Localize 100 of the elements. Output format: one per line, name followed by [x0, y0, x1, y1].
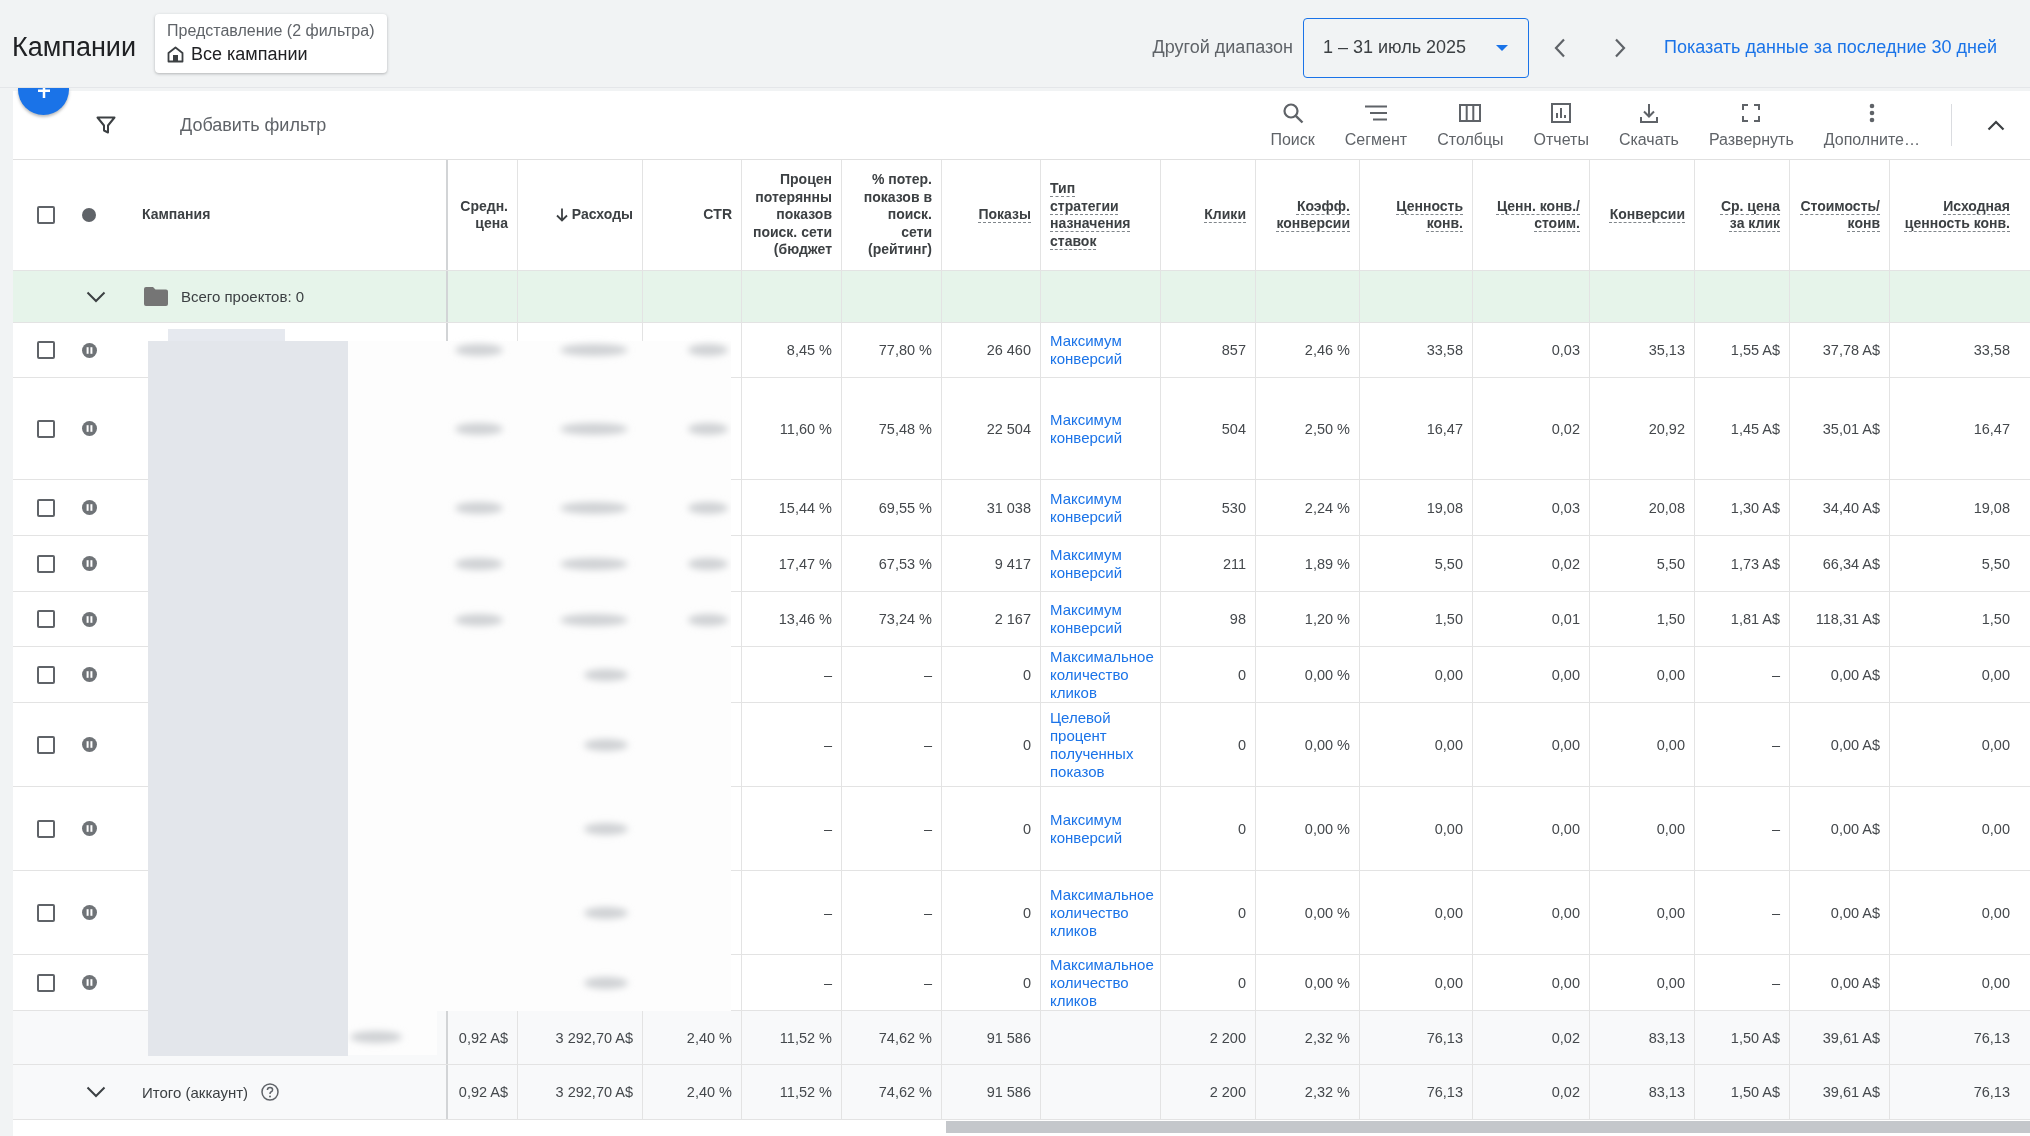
column-header[interactable]: Стоимость/ конв — [1800, 197, 1880, 233]
total-cell: 83,13 — [1648, 1029, 1685, 1046]
strategy-link[interactable]: Максимум конверсий — [1050, 410, 1151, 447]
table-cell: 0,00 A$ — [1830, 666, 1880, 683]
search-button[interactable]: Поиск — [1255, 101, 1330, 153]
fullscreen-icon — [1742, 104, 1761, 122]
strategy-link[interactable]: Максимальное количество кликов — [1050, 647, 1154, 702]
row-checkbox[interactable] — [37, 903, 55, 922]
date-range-dropdown[interactable]: 1 – 31 июль 2025 — [1302, 17, 1529, 78]
column-header[interactable]: % потер. показов в поиск. сети (рейтинг) — [863, 171, 932, 259]
column-header[interactable]: Расходы — [555, 206, 633, 224]
last-30-days-link[interactable]: Показать данные за последние 30 дней — [1663, 37, 1997, 58]
total-cell: 91 586 — [986, 1084, 1031, 1100]
strategy-link[interactable]: Максимальное количество кликов — [1050, 885, 1154, 940]
row-checkbox[interactable] — [37, 341, 55, 359]
table-cell: 69,55 % — [878, 499, 932, 516]
table-cell: 0,00 — [1981, 666, 2010, 683]
columns-icon — [1459, 104, 1482, 122]
download-button[interactable]: Скачать — [1603, 101, 1694, 153]
columns-button[interactable]: Столбцы — [1422, 101, 1519, 153]
total-cell: 2,40 % — [686, 1029, 732, 1046]
column-header[interactable]: Тип стратегии назначения ставок — [1050, 180, 1131, 250]
column-header[interactable]: Средн. цена — [460, 197, 508, 233]
column-header[interactable]: Ср. цена за клик — [1720, 197, 1780, 233]
table-cell: 0,00 — [1434, 736, 1463, 753]
column-header[interactable]: Клики — [1204, 206, 1246, 224]
table-cell: – — [823, 666, 832, 683]
table-cell: 35,13 — [1648, 342, 1685, 358]
segment-button[interactable]: Сегмент — [1329, 101, 1423, 153]
table-cell: – — [823, 736, 832, 753]
table-cell: 0,00 — [1551, 666, 1580, 683]
home-icon — [167, 45, 185, 63]
table-cell: 15,44 % — [778, 499, 832, 516]
row-checkbox[interactable] — [37, 554, 55, 573]
view-selector[interactable]: Представление (2 фильтра) Все кампании — [155, 13, 387, 73]
table-cell: 0,00 — [1981, 820, 2010, 837]
table-cell: 0,00 % — [1304, 736, 1350, 753]
more-vert-icon — [1868, 103, 1875, 123]
row-checkbox[interactable] — [37, 973, 55, 992]
table-cell: 857 — [1221, 342, 1246, 358]
row-checkbox[interactable] — [37, 498, 55, 517]
row-checkbox[interactable] — [37, 610, 55, 628]
table-cell: 0,00 — [1656, 974, 1685, 991]
total-cell: 76,13 — [1973, 1029, 2010, 1046]
row-checkbox[interactable] — [37, 735, 55, 754]
column-header[interactable]: Ценность конв. — [1396, 197, 1463, 233]
total-cell: 1,50 A$ — [1730, 1084, 1780, 1100]
chevron-down-icon[interactable] — [86, 1086, 106, 1098]
table-cell: – — [923, 666, 932, 683]
table-cell: 0,00 A$ — [1830, 736, 1880, 753]
folder-icon — [144, 287, 168, 306]
select-all-checkbox[interactable] — [37, 206, 55, 224]
table-cell: 0,00 — [1434, 666, 1463, 683]
more-button[interactable]: Дополните… — [1808, 101, 1935, 153]
reports-button[interactable]: Отчеты — [1518, 101, 1604, 153]
table-cell: – — [923, 904, 932, 921]
search-icon — [1281, 102, 1304, 124]
table-cell: 0 — [1022, 666, 1031, 683]
account-total-label: Итого (аккаунт) — [142, 1083, 249, 1101]
add-filter-button[interactable]: Добавить фильтр — [170, 108, 337, 142]
table-cell: 0 — [1022, 820, 1031, 837]
strategy-link[interactable]: Максимум конверсий — [1050, 332, 1151, 368]
total-cell: 11,52 % — [779, 1029, 832, 1046]
table-cell: 0,00 — [1981, 904, 2010, 921]
strategy-link[interactable]: Максимум конверсий — [1050, 810, 1151, 847]
chevron-down-icon[interactable] — [86, 290, 106, 303]
arrow-down-icon — [555, 208, 568, 222]
column-header[interactable]: Кампания — [142, 206, 211, 224]
table-cell: 0,03 — [1551, 499, 1580, 516]
table-cell: 0,00 A$ — [1830, 904, 1880, 921]
column-header[interactable]: Исходная ценность конв. — [1904, 197, 2010, 233]
column-header[interactable]: Процен потерянны показов поиск. сети (бюджет — [752, 171, 832, 259]
table-cell: 1,81 A$ — [1730, 611, 1780, 627]
table-cell: 98 — [1229, 611, 1246, 627]
strategy-link[interactable]: Максимум конверсий — [1050, 489, 1151, 526]
table-cell: 0,00 — [1434, 820, 1463, 837]
help-icon[interactable] — [261, 1083, 280, 1101]
strategy-link[interactable]: Максимальное количество кликов — [1050, 955, 1154, 1010]
total-cell: 0,02 — [1551, 1029, 1580, 1046]
column-header[interactable]: Коэфф. конверсии — [1276, 197, 1350, 233]
table-cell: 0,00 — [1434, 974, 1463, 991]
filter-icon[interactable] — [96, 115, 116, 135]
strategy-link[interactable]: Максимум конверсий — [1050, 545, 1151, 582]
strategy-link[interactable]: Целевой процент полученных показов — [1050, 708, 1151, 781]
table-cell: 0,00 — [1551, 820, 1580, 837]
total-cell: 2 200 — [1209, 1029, 1246, 1046]
table-cell: 0,00 — [1656, 820, 1685, 837]
strategy-link[interactable]: Максимум конверсий — [1050, 601, 1151, 637]
table-cell: 34,40 A$ — [1822, 499, 1880, 516]
column-header[interactable]: CTR — [703, 206, 732, 224]
expand-button[interactable]: Развернуть — [1693, 101, 1809, 153]
row-checkbox[interactable] — [37, 419, 55, 438]
row-checkbox[interactable] — [37, 665, 55, 684]
column-header[interactable]: Ценн. конв./ стоим. — [1496, 197, 1580, 233]
horizontal-scrollbar[interactable] — [946, 1121, 2030, 1133]
table-cell: 5,50 — [1981, 555, 2010, 572]
add-button[interactable] — [18, 88, 69, 115]
row-checkbox[interactable] — [37, 819, 55, 838]
column-header[interactable]: Показы — [978, 206, 1031, 224]
column-header[interactable]: Конверсии — [1609, 206, 1685, 224]
